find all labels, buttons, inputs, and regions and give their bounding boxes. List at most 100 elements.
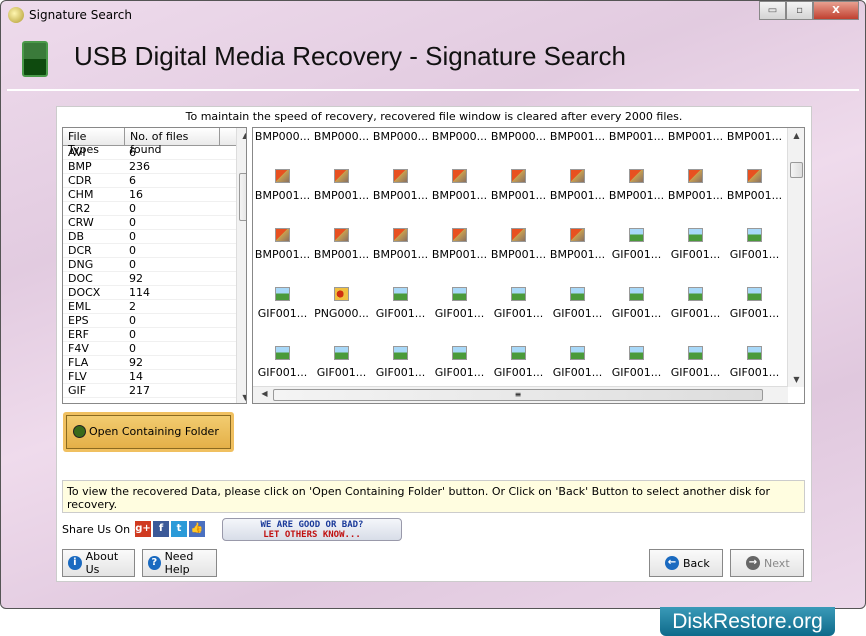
list-row[interactable]: CRW 0 [63,216,246,230]
facebook-icon[interactable]: f [153,521,169,537]
list-row[interactable]: CHM 16 [63,188,246,202]
file-item[interactable]: BMP001... [725,169,784,202]
brand-badge[interactable]: DiskRestore.org [660,607,835,636]
list-row[interactable]: CDR 6 [63,174,246,188]
column-header-file-types[interactable]: File Types [63,128,125,156]
file-item[interactable]: BMP001... [548,228,607,261]
recovered-files-grid[interactable]: BMP000... BMP000... BMP000... BMP000... BMP0… [252,127,805,404]
about-us-button[interactable]: i About Us [62,549,135,577]
list-row[interactable]: CR2 0 [63,202,246,216]
like-icon[interactable]: 👍 [189,521,205,537]
file-item[interactable]: GIF001... [725,346,784,379]
list-row[interactable]: F4V 0 [63,342,246,356]
list-row[interactable]: AVI 6 [63,146,246,160]
next-button[interactable]: → Next [730,549,804,577]
file-count: 0 [129,202,136,215]
file-item[interactable]: BMP000... [253,130,312,143]
file-item[interactable]: BMP001... [489,228,548,261]
file-item[interactable]: GIF001... [666,346,725,379]
file-name: BMP001... [549,189,606,202]
column-header-count[interactable]: No. of files found [125,128,220,156]
list-row[interactable]: FLV 14 [63,370,246,384]
file-item[interactable]: BMP001... [371,169,430,202]
file-item[interactable]: BMP001... [253,228,312,261]
file-item[interactable]: GIF001... [548,287,607,320]
scroll-thumb[interactable]: ≡ [273,389,763,401]
file-item[interactable]: GIF001... [430,346,489,379]
list-row[interactable]: ERF 0 [63,328,246,342]
list-row[interactable]: GIF 217 [63,384,246,398]
file-item[interactable]: GIF001... [607,287,666,320]
list-row[interactable]: DOC 92 [63,272,246,286]
file-item[interactable]: BMP000... [312,130,371,143]
back-button[interactable]: ← Back [649,549,723,577]
file-item[interactable]: BMP001... [253,169,312,202]
scroll-up-arrow[interactable]: ▲ [788,131,804,140]
file-item[interactable]: BMP001... [430,169,489,202]
file-name: GIF001... [611,307,662,320]
file-item[interactable]: GIF001... [489,287,548,320]
file-item[interactable]: BMP000... [371,130,430,143]
file-item[interactable]: GIF001... [548,346,607,379]
file-item[interactable]: BMP001... [371,228,430,261]
file-types-list[interactable]: File Types No. of files found AVI 6 BMP 236… [62,127,247,404]
file-item[interactable]: BMP001... [430,228,489,261]
close-button[interactable]: X [813,1,859,20]
google-plus-icon[interactable]: g+ [135,521,151,537]
scroll-thumb[interactable] [239,173,246,221]
file-item[interactable]: GIF001... [725,287,784,320]
scroll-down-arrow[interactable]: ▼ [788,375,804,384]
grid-vertical-scrollbar[interactable]: ▲ ▼ [787,128,804,387]
file-item[interactable]: BMP001... [548,130,607,143]
scroll-down-arrow[interactable]: ▼ [237,393,246,402]
file-item[interactable]: GIF001... [666,228,725,261]
rating-line-2: LET OTHERS KNOW... [263,530,361,540]
file-item[interactable]: BMP001... [607,169,666,202]
file-item[interactable]: GIF001... [489,346,548,379]
list-row[interactable]: BMP 236 [63,160,246,174]
file-item[interactable]: BMP001... [666,169,725,202]
rate-us-banner[interactable]: WE ARE GOOD OR BAD? LET OTHERS KNOW... [222,518,402,541]
list-row[interactable]: FLA 92 [63,356,246,370]
file-item[interactable]: GIF001... [725,228,784,261]
open-containing-folder-button[interactable]: Open Containing Folder [63,412,234,452]
scroll-left-arrow[interactable]: ◀ [256,389,273,398]
file-item[interactable]: GIF001... [253,287,312,320]
list-row[interactable]: DOCX 114 [63,286,246,300]
file-count: 0 [129,314,136,327]
file-item[interactable]: BMP000... [489,130,548,143]
scroll-thumb[interactable] [790,162,803,178]
file-item[interactable]: BMP001... [725,130,784,143]
file-item[interactable]: PNG000... [312,287,371,320]
file-item[interactable]: GIF001... [607,228,666,261]
list-row[interactable]: EML 2 [63,300,246,314]
file-item[interactable]: GIF001... [371,287,430,320]
file-item[interactable]: BMP001... [666,130,725,143]
gif-file-icon [452,346,467,360]
list-row[interactable]: DCR 0 [63,244,246,258]
twitter-icon[interactable]: t [171,521,187,537]
file-item[interactable]: BMP000... [430,130,489,143]
file-item[interactable]: GIF001... [371,346,430,379]
file-item[interactable]: BMP001... [312,169,371,202]
title-bar: Signature Search ▭ ▫ X [1,1,865,29]
list-row[interactable]: EPS 0 [63,314,246,328]
need-help-button[interactable]: ? Need Help [142,549,217,577]
png-file-icon [334,287,349,301]
list-row[interactable]: DB 0 [63,230,246,244]
list-scrollbar[interactable]: ▲ ▼ [236,128,246,403]
file-item[interactable]: GIF001... [607,346,666,379]
list-row[interactable]: DNG 0 [63,258,246,272]
file-item[interactable]: GIF001... [253,346,312,379]
file-item[interactable]: GIF001... [666,287,725,320]
maximize-button[interactable]: ▫ [786,1,813,20]
scroll-up-arrow[interactable]: ▲ [237,131,246,140]
file-item[interactable]: GIF001... [312,346,371,379]
file-item[interactable]: BMP001... [548,169,607,202]
grid-horizontal-scrollbar[interactable]: ◀ ≡ [253,386,788,403]
file-item[interactable]: BMP001... [607,130,666,143]
minimize-button[interactable]: ▭ [759,1,786,20]
file-item[interactable]: BMP001... [312,228,371,261]
file-item[interactable]: BMP001... [489,169,548,202]
file-item[interactable]: GIF001... [430,287,489,320]
